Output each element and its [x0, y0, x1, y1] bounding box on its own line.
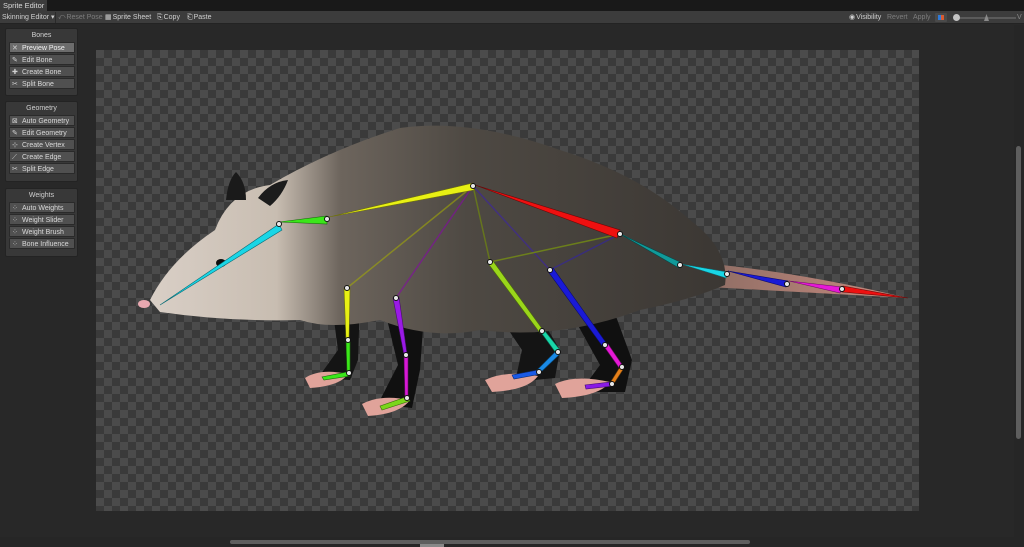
split-bone-label: Split Bone: [22, 81, 54, 88]
edit-bone-button[interactable]: ✎ Edit Bone: [9, 54, 75, 65]
reset-pose-label: Reset Pose: [66, 14, 103, 21]
create-vertex-label: Create Vertex: [22, 142, 65, 149]
weight-slider-label: Weight Slider: [22, 217, 64, 224]
visibility-label: Visibility: [856, 14, 882, 21]
bone-icon: ✎: [12, 57, 18, 64]
mesh-icon: ⊠: [12, 118, 18, 125]
vertical-scrollbar-thumb[interactable]: [1016, 146, 1021, 439]
horizontal-scrollbar-thumb[interactable]: [230, 540, 750, 544]
weights-tool-panel: Weights ⁘ Auto Weights ⁘ Weight Slider ⁘ We…: [5, 188, 78, 257]
preview-pose-label: Preview Pose: [22, 45, 65, 52]
toolbar: Skinning Editor ▾ ⤺Reset Pose ▦Sprite Sh…: [0, 11, 1024, 24]
color-mode-toggle[interactable]: [935, 13, 947, 22]
weights-grid-icon: ⁘: [12, 205, 18, 212]
copy-label: Copy: [163, 14, 180, 21]
paste-label: Paste: [193, 14, 212, 21]
mesh-icon: ✎: [12, 130, 18, 137]
sprite-editor-window: Sprite Editor Skinning Editor ▾ ⤺Reset P…: [0, 0, 1024, 547]
edit-bone-label: Edit Bone: [22, 57, 53, 64]
weights-grid-icon: ⁘: [12, 217, 18, 224]
weight-slider-button[interactable]: ⁘ Weight Slider: [9, 214, 75, 225]
weight-brush-button[interactable]: ⁘ Weight Brush: [9, 226, 75, 237]
paste-icon: ⎗: [187, 14, 193, 21]
skinning-editor-label: Skinning Editor: [2, 14, 50, 21]
preview-pose-button[interactable]: ✕ Preview Pose: [9, 42, 75, 53]
geometry-panel-title: Geometry: [26, 105, 57, 112]
auto-weights-label: Auto Weights: [22, 205, 64, 212]
weights-panel-title: Weights: [28, 192, 55, 199]
sprite-sheet-label: Sprite Sheet: [112, 14, 152, 21]
visibility-button[interactable]: ◉Visibility: [849, 11, 881, 24]
bones-tool-panel: Bones ✕ Preview Pose ✎ Edit Bone ✚ Create B…: [5, 28, 78, 96]
bone-influence-button[interactable]: ⁘ Bone Influence: [9, 238, 75, 249]
skinning-editor-dropdown[interactable]: Skinning Editor ▾: [2, 11, 55, 24]
bone-influence-label: Bone Influence: [22, 241, 69, 248]
edit-geometry-label: Edit Geometry: [22, 130, 67, 137]
auto-geometry-button[interactable]: ⊠ Auto Geometry: [9, 115, 75, 126]
bone-icon: ✚: [12, 69, 18, 76]
split-edge-label: Split Edge: [22, 166, 54, 173]
reset-pose-button[interactable]: ⤺Reset Pose: [58, 11, 103, 24]
create-bone-label: Create Bone: [22, 69, 62, 76]
vertex-icon: ⊹: [12, 142, 18, 149]
toolbar-divider: [55, 12, 56, 23]
create-vertex-button[interactable]: ⊹ Create Vertex: [9, 139, 75, 150]
revert-button[interactable]: Revert: [887, 11, 908, 24]
sprite-sheet-button[interactable]: ▦Sprite Sheet: [105, 11, 151, 24]
edge-icon: ⟋: [12, 154, 17, 161]
window-tab-strip: Sprite Editor: [0, 0, 1024, 11]
weight-brush-label: Weight Brush: [22, 229, 64, 236]
split-edge-icon: ✂: [12, 166, 18, 173]
geometry-tool-panel: Geometry ⊠ Auto Geometry ✎ Edit Geometry ⊹…: [5, 101, 78, 182]
eye-icon: ◉: [849, 14, 856, 21]
copy-button[interactable]: ⎘Copy: [157, 11, 180, 24]
weights-grid-icon: ⁘: [12, 229, 18, 236]
tab-sprite-editor[interactable]: Sprite Editor: [0, 0, 48, 11]
zoom-slider-thumb[interactable]: [953, 14, 960, 21]
bone-icon: ✕: [12, 45, 18, 52]
reset-pose-icon: ⤺: [58, 14, 66, 21]
auto-weights-button[interactable]: ⁘ Auto Weights: [9, 202, 75, 213]
bone-icon: ✂: [12, 81, 18, 88]
paste-button[interactable]: ⎗Paste: [187, 11, 212, 24]
auto-geometry-label: Auto Geometry: [22, 118, 70, 125]
zoom-label: V: [1017, 14, 1022, 21]
copy-icon: ⎘: [157, 14, 163, 21]
create-edge-button[interactable]: ⟋ Create Edge: [9, 151, 75, 162]
bones-panel-title: Bones: [31, 32, 52, 39]
edit-geometry-button[interactable]: ✎ Edit Geometry: [9, 127, 75, 138]
weights-grid-icon: ⁘: [12, 241, 18, 248]
sprite-transparency-grid: [96, 50, 919, 511]
sprite-sheet-icon: ▦: [105, 14, 112, 21]
apply-button[interactable]: Apply: [913, 11, 931, 24]
create-edge-label: Create Edge: [22, 154, 62, 161]
create-bone-button[interactable]: ✚ Create Bone: [9, 66, 75, 77]
split-edge-button[interactable]: ✂ Split Edge: [9, 163, 75, 174]
split-bone-button[interactable]: ✂ Split Bone: [9, 78, 75, 89]
chevron-down-icon: ▾: [49, 14, 55, 21]
